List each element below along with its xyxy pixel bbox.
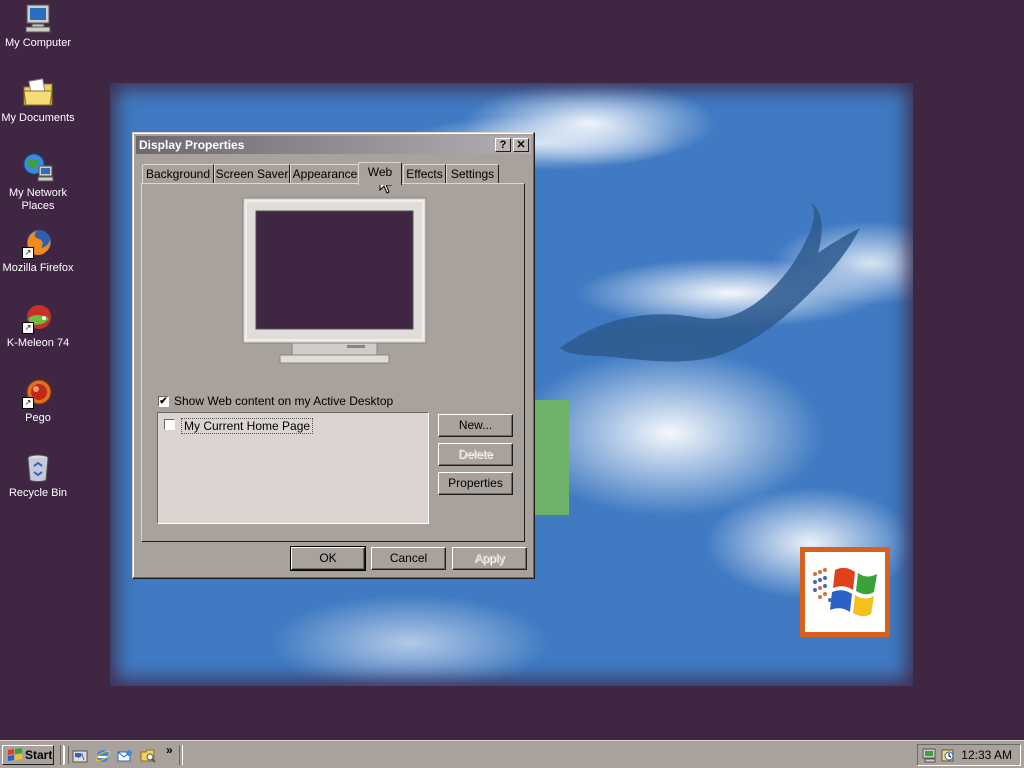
show-web-content-label: Show Web content on my Active Desktop <box>174 394 394 408</box>
desktop-icon-label: Pego <box>25 412 51 424</box>
cancel-button[interactable]: Cancel <box>371 547 446 570</box>
desktop-icon-label: K-Meleon 74 <box>6 337 70 349</box>
home-page-label: My Current Home Page <box>181 418 314 434</box>
desktop-icon-label: My Computer <box>4 37 72 49</box>
explorer-icon[interactable] <box>140 748 156 764</box>
desktop-icon-network-places[interactable]: My Network Places <box>0 152 76 213</box>
display-settings-icon[interactable] <box>922 747 938 763</box>
shortcut-arrow-icon: ↗ <box>22 322 34 334</box>
network-places-icon <box>22 152 54 184</box>
start-label: Start <box>25 748 53 762</box>
tab-effects[interactable]: Effects <box>403 164 446 183</box>
shortcut-arrow-icon: ↗ <box>22 247 34 259</box>
task-scheduler-icon[interactable] <box>940 747 956 763</box>
show-desktop-icon[interactable] <box>72 748 88 764</box>
outlook-express-icon[interactable] <box>117 748 133 764</box>
web-tab-panel: ✔ Show Web content on my Active Desktop … <box>141 183 525 542</box>
web-content-list[interactable]: My Current Home Page <box>157 412 429 524</box>
windows-flag-icon <box>8 748 22 761</box>
show-web-content-checkbox[interactable]: ✔ <box>158 396 169 407</box>
desktop-icon-label: Recycle Bin <box>8 487 68 499</box>
delete-button[interactable]: Delete <box>438 443 513 466</box>
new-button[interactable]: New... <box>438 414 513 437</box>
tab-appearance[interactable]: Appearance <box>290 164 360 183</box>
windows-flag-icon <box>813 567 877 617</box>
tab-background[interactable]: Background <box>142 164 214 183</box>
monitor-preview <box>242 197 427 364</box>
my-computer-icon <box>22 2 54 34</box>
close-button[interactable]: ✕ <box>513 138 529 152</box>
desktop-icon-firefox[interactable]: ↗ Mozilla Firefox <box>0 227 76 275</box>
desktop-icon-label: My Network Places <box>8 187 68 212</box>
dialog-title: Display Properties <box>139 138 245 152</box>
desktop-icon-pego[interactable]: ↗ Pego <box>0 377 76 425</box>
quick-launch-overflow[interactable]: » <box>166 743 173 757</box>
taskbar-divider <box>179 745 183 765</box>
desktop-icon-label: My Documents <box>1 112 75 124</box>
desktop-icon-my-documents[interactable]: My Documents <box>0 77 76 125</box>
pego-icon: ↗ <box>22 377 54 409</box>
tab-screen-saver[interactable]: Screen Saver <box>214 164 290 183</box>
firefox-icon: ↗ <box>22 227 54 259</box>
properties-button[interactable]: Properties <box>438 472 513 495</box>
clock[interactable]: 12:33 AM <box>961 745 1012 765</box>
quick-launch-grip[interactable] <box>64 746 69 764</box>
apply-button[interactable]: Apply <box>452 547 527 570</box>
recycle-bin-icon <box>22 452 54 484</box>
k-meleon-icon: ↗ <box>22 302 54 334</box>
desktop-icon-recycle-bin[interactable]: Recycle Bin <box>0 452 76 500</box>
dialog-titlebar[interactable]: Display Properties ? ✕ <box>136 136 531 154</box>
display-properties-dialog: Display Properties ? ✕ Background Screen… <box>132 132 535 579</box>
windows-logo-tile <box>800 547 890 637</box>
start-button[interactable]: Start <box>2 745 54 765</box>
ok-button[interactable]: OK <box>290 546 366 571</box>
help-button[interactable]: ? <box>495 138 511 152</box>
system-tray: 12:33 AM <box>917 744 1021 766</box>
desktop-icon-label: Mozilla Firefox <box>2 262 74 274</box>
desktop-icon-k-meleon[interactable]: ↗ K-Meleon 74 <box>0 302 76 350</box>
home-page-checkbox[interactable] <box>164 419 175 430</box>
desktop-icon-my-computer[interactable]: My Computer <box>0 2 76 50</box>
internet-explorer-icon[interactable] <box>95 748 111 764</box>
taskbar: Start » 12:33 AM <box>0 740 1024 768</box>
tab-web[interactable]: Web <box>358 162 402 185</box>
wallpaper-diver-silhouette <box>560 203 860 362</box>
wallpaper-green-patch <box>534 400 569 515</box>
my-documents-icon <box>22 77 54 109</box>
tab-settings[interactable]: Settings <box>446 164 499 183</box>
shortcut-arrow-icon: ↗ <box>22 397 34 409</box>
